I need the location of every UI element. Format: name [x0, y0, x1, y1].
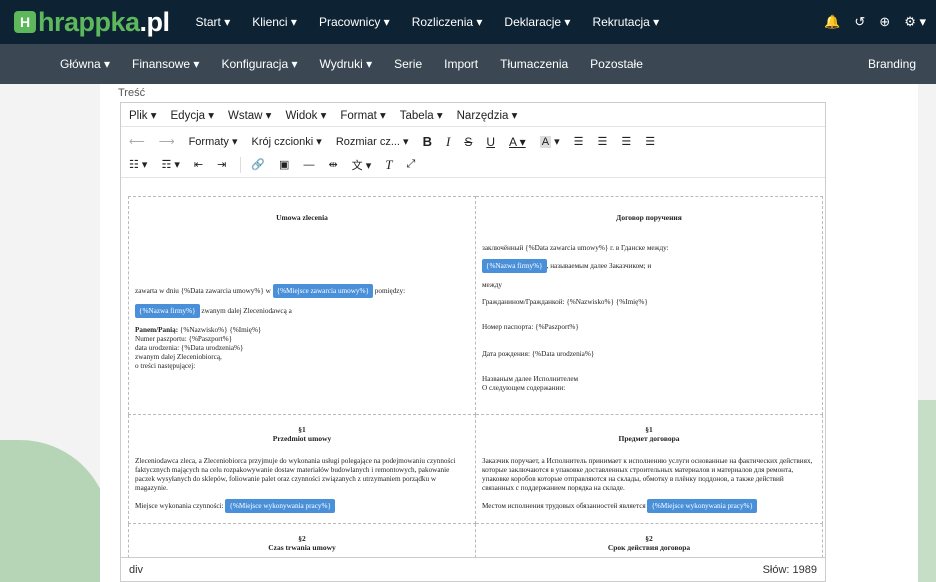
align-left-icon[interactable]: ☰: [574, 135, 584, 148]
menu-plik[interactable]: Plik ▾: [129, 108, 157, 122]
topmenu-start[interactable]: Start ▾: [196, 15, 231, 29]
placeholder-company-name-ru[interactable]: {%Nazwa firmy%}: [482, 259, 547, 273]
right-company-line: {%Nazwa firmy%}, называемым далее Заказч…: [482, 259, 816, 273]
menu-wstaw[interactable]: Wstaw ▾: [228, 108, 271, 122]
image-icon[interactable]: ▣: [279, 158, 289, 171]
document: Umowa zlecenia zawarta w dniu {%Data zaw…: [128, 196, 824, 557]
menu-narzedzia[interactable]: Narzędzia ▾: [457, 108, 518, 122]
font-family-dropdown[interactable]: Krój czcionki ▾: [251, 135, 321, 148]
subnav-branding[interactable]: Branding: [868, 57, 916, 71]
underline-icon[interactable]: U: [486, 135, 495, 149]
align-justify-icon[interactable]: ☰: [645, 135, 655, 148]
bold-icon[interactable]: B: [423, 134, 432, 149]
horizontal-line-icon[interactable]: —: [303, 159, 314, 171]
support-icon[interactable]: ⊕: [879, 14, 890, 30]
subnav-konfiguracja[interactable]: Konfiguracja ▾: [221, 57, 297, 71]
table-cell-left[interactable]: §2 Czas trwania umowy: [128, 523, 476, 557]
table-row: §1 Przedmiot umowy Zleceniodawca zleca, …: [128, 414, 823, 524]
menu-edycja[interactable]: Edycja ▾: [171, 108, 214, 122]
left-company-line: {%Nazwa firmy%} zwanym dalej Zleceniodaw…: [135, 304, 469, 318]
outdent-icon[interactable]: ⇤: [194, 158, 203, 171]
document-table: Umowa zlecenia zawarta w dniu {%Data zaw…: [128, 196, 823, 557]
table-cell-left[interactable]: Umowa zlecenia zawarta w dniu {%Data zaw…: [128, 196, 476, 415]
clear-formatting-icon[interactable]: T: [385, 157, 392, 173]
align-right-icon[interactable]: ☰: [621, 135, 631, 148]
sub-navbar: Główna ▾ Finansowe ▾ Konfiguracja ▾ Wydr…: [0, 44, 936, 84]
settings-icon[interactable]: ⚙ ▾: [904, 14, 926, 30]
table-cell-left[interactable]: §1 Przedmiot umowy Zleceniodawca zleca, …: [128, 414, 476, 524]
subnav-serie[interactable]: Serie: [394, 57, 422, 71]
undo-icon[interactable]: ⟵: [129, 135, 145, 148]
logo-text: hrappka.pl: [38, 6, 170, 37]
table-cell-right[interactable]: Договор поручения заключённый {%Data zaw…: [475, 196, 823, 415]
topmenu-rekrutacja[interactable]: Rekrutacja ▾: [592, 15, 659, 29]
table-cell-right[interactable]: §1 Предмет договора Заказчик поручает, а…: [475, 414, 823, 524]
section2-title-pl: Czas trwania umowy: [268, 543, 336, 552]
topmenu-pracownicy[interactable]: Pracownicy ▾: [319, 15, 390, 29]
background-shape-left: [0, 440, 110, 582]
right-intro: заключённый {%Data zawarcia umowy%} г. в…: [482, 244, 669, 252]
menu-widok[interactable]: Widok ▾: [285, 108, 326, 122]
topmenu-deklaracje[interactable]: Deklaracje ▾: [504, 15, 570, 29]
subnav-pozostale[interactable]: Pozostałe: [590, 57, 643, 71]
section2-title-ru: Срок действия договора: [607, 543, 691, 552]
top-menu: Start ▾ Klienci ▾ Pracownicy ▾ Rozliczen…: [196, 15, 682, 29]
menu-format[interactable]: Format ▾: [340, 108, 385, 122]
top-icons: 🔔 ↺ ⊕ ⚙ ▾: [824, 0, 926, 44]
numbered-list-icon[interactable]: ☶ ▾: [161, 158, 179, 171]
rich-text-editor: Plik ▾ Edycja ▾ Wstaw ▾ Widok ▾ Format ▾…: [120, 102, 826, 582]
editor-content[interactable]: Umowa zlecenia zawarta w dniu {%Data zaw…: [121, 177, 825, 557]
formats-dropdown[interactable]: Formaty ▾: [189, 135, 238, 148]
translate-icon[interactable]: 文 ▾: [352, 157, 372, 173]
redo-icon[interactable]: ⟶: [159, 135, 175, 148]
element-path[interactable]: div: [129, 564, 143, 576]
link-icon[interactable]: 🔗: [251, 158, 265, 171]
subnav-import[interactable]: Import: [444, 57, 478, 71]
topmenu-klienci[interactable]: Klienci ▾: [252, 15, 297, 29]
subnav-tlumaczenia[interactable]: Tłumaczenia: [500, 57, 568, 71]
logo-badge: H: [14, 11, 36, 33]
italic-icon[interactable]: I: [446, 134, 450, 150]
toolbar-separator: [240, 156, 242, 173]
content-panel: Treść Plik ▾ Edycja ▾ Wstaw ▾ Widok ▾ Fo…: [100, 84, 918, 582]
placeholder-company-name[interactable]: {%Nazwa firmy%}: [135, 304, 200, 318]
word-count: Słów: 1989: [762, 563, 817, 576]
history-icon[interactable]: ↺: [854, 14, 865, 30]
menu-tabela[interactable]: Tabela ▾: [400, 108, 443, 122]
align-center-icon[interactable]: ☰: [598, 135, 608, 148]
highlight-color-icon[interactable]: A ▾: [539, 135, 560, 148]
table-row: Umowa zlecenia zawarta w dniu {%Data zaw…: [128, 196, 823, 415]
placeholder-place-of-contract[interactable]: {%Miejsce zawarcia umowy%}: [272, 284, 373, 298]
field-label: Treść: [118, 87, 146, 99]
placeholder-workplace-ru[interactable]: {%Miejsce wykonywania pracy%}: [647, 499, 757, 513]
editor-menubar: Plik ▾ Edycja ▾ Wstaw ▾ Widok ▾ Format ▾…: [121, 103, 825, 127]
editor-toolbar-row2: ☷ ▾ ☶ ▾ ⇤ ⇥ 🔗 ▣ — ⇹ 文 ▾ T ⤢: [121, 153, 825, 176]
subnav-finansowe[interactable]: Finansowe ▾: [132, 57, 199, 71]
fullscreen-icon[interactable]: ⤢: [406, 158, 415, 171]
text-color-icon[interactable]: A ▾: [509, 135, 526, 149]
indent-icon[interactable]: ⇥: [217, 158, 226, 171]
logo[interactable]: H hrappka.pl: [14, 0, 170, 44]
editor-statusbar: div Słów: 1989: [121, 557, 825, 581]
section1-title-ru: Предмет договора: [618, 434, 680, 443]
table-cell-right[interactable]: §2 Срок действия договора: [475, 523, 823, 557]
strikethrough-icon[interactable]: S: [464, 135, 472, 149]
left-title: Umowa zlecenia: [276, 213, 328, 222]
section1-title-pl: Przedmiot umowy: [272, 434, 332, 443]
table-row: §2 Czas trwania umowy §2 Срок действия д…: [128, 523, 823, 557]
bullet-list-icon[interactable]: ☷ ▾: [129, 158, 147, 171]
editor-toolbar-row1: ⟵ ⟶ Formaty ▾ Krój czcionki ▾ Rozmiar cz…: [121, 130, 825, 153]
right-title: Договор поручения: [616, 213, 682, 222]
topmenu-rozliczenia[interactable]: Rozliczenia ▾: [412, 15, 483, 29]
font-size-dropdown[interactable]: Rozmiar cz... ▾: [336, 135, 409, 148]
subnav-wydruki[interactable]: Wydruki ▾: [320, 57, 373, 71]
left-paragraph-intro: zawarta w dniu {%Data zawarcia umowy%} w…: [135, 284, 469, 298]
page-break-icon[interactable]: ⇹: [328, 158, 337, 171]
top-navbar: H hrappka.pl Start ▾ Klienci ▾ Pracownic…: [0, 0, 936, 44]
bell-icon[interactable]: 🔔: [824, 14, 840, 30]
placeholder-workplace[interactable]: {%Miejsce wykonywania pracy%}: [225, 499, 335, 513]
subnav-glowna[interactable]: Główna ▾: [60, 57, 110, 71]
left-person-block: Panem/Panią: {%Nazwisko%} {%Imię%} Numer…: [135, 326, 262, 370]
